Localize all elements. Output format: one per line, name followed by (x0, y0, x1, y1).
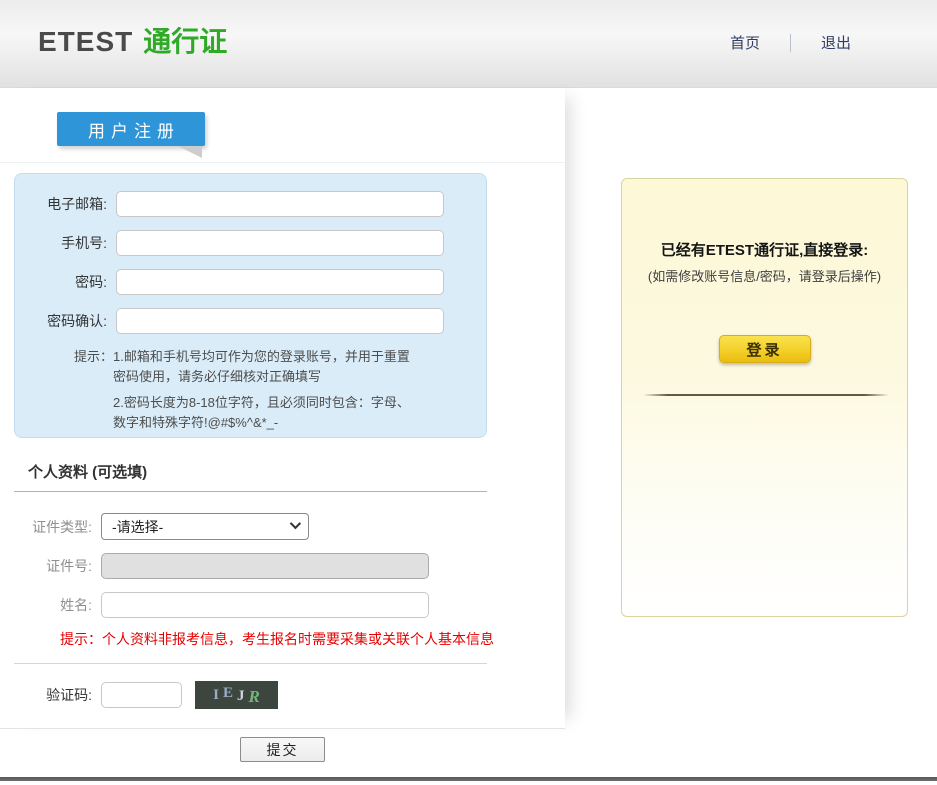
id-number-label: 证件号: (0, 556, 101, 576)
tips-line-1: 1.邮箱和手机号均可作为您的登录账号，并用于重置 (113, 347, 410, 367)
profile-section-underline (14, 491, 487, 492)
etest-registration-page: ETEST 通行证 首页 退出 用户注册 电子邮箱: 手机号: 密码: (0, 0, 937, 785)
mobile-field[interactable] (116, 230, 444, 256)
password-confirm-label: 密码确认: (15, 311, 116, 331)
password-label: 密码: (15, 272, 116, 292)
chevron-down-icon (290, 517, 301, 528)
submit-button[interactable]: 提交 (240, 737, 325, 762)
tips-line-3: 2.密码长度为8-18位字符，且必须同时包含：字母、 (113, 393, 410, 413)
tab-underline (0, 162, 565, 163)
id-number-row: 证件号: (0, 553, 429, 579)
profile-notice: 提示：个人资料非报考信息，考生报名时需要采集或关联个人基本信息 (60, 629, 494, 649)
id-number-field (101, 553, 429, 579)
nav-home-link[interactable]: 首页 (730, 32, 760, 53)
captcha-letter: I (213, 687, 219, 704)
password-confirm-field[interactable] (116, 308, 444, 334)
header-nav: 首页 退出 (730, 32, 851, 53)
brand-logo-etest: ETEST (38, 26, 133, 57)
name-label: 姓名: (0, 595, 101, 615)
captcha-label: 验证码: (0, 685, 101, 705)
tips-lines: 1.邮箱和手机号均可作为您的登录账号，并用于重置 密码使用，请务必仔细核对正确填… (113, 347, 410, 433)
registration-column: 用户注册 电子邮箱: 手机号: 密码: 密码确认: 提示： (0, 88, 565, 729)
tips-line-2: 密码使用，请务必仔细核对正确填写 (113, 367, 410, 387)
id-type-selected-value: -请选择- (112, 517, 163, 537)
page-header: ETEST 通行证 首页 退出 (0, 0, 937, 88)
name-row: 姓名: (0, 592, 429, 618)
tips-line-4: 数字和特殊字符!@#$%^&*_- (113, 413, 410, 433)
email-label: 电子邮箱: (15, 194, 116, 214)
captcha-letter: E (223, 685, 233, 702)
id-type-select[interactable]: -请选择- (101, 513, 309, 540)
login-panel-subtitle: (如需修改账号信息/密码，请登录后操作) (622, 266, 907, 285)
profile-section-title: 个人资料 (可选填) (28, 461, 147, 482)
captcha-input[interactable] (101, 682, 182, 708)
email-row: 电子邮箱: (15, 191, 486, 217)
nav-logout-link[interactable]: 退出 (821, 32, 851, 53)
page-bottom-bar (0, 777, 937, 781)
captcha-divider (14, 663, 487, 664)
password-field[interactable] (116, 269, 444, 295)
account-tips: 提示： 1.邮箱和手机号均可作为您的登录账号，并用于重置 密码使用，请务必仔细核… (74, 347, 486, 433)
login-button[interactable]: 登录 (719, 335, 811, 363)
nav-divider (790, 34, 791, 52)
name-field[interactable] (101, 592, 429, 618)
mobile-row: 手机号: (15, 230, 486, 256)
id-type-label: 证件类型: (0, 517, 101, 537)
login-panel: 已经有ETEST通行证,直接登录: (如需修改账号信息/密码，请登录后操作) 登… (621, 178, 908, 617)
password-row: 密码: (15, 269, 486, 295)
email-field[interactable] (116, 191, 444, 217)
tips-label: 提示： (74, 347, 113, 433)
account-panel: 电子邮箱: 手机号: 密码: 密码确认: 提示： 1.邮箱和手机号均可作为您的登… (14, 173, 487, 438)
brand-logo-pass: 通行证 (143, 26, 227, 57)
tab-user-register[interactable]: 用户注册 (57, 112, 205, 146)
captcha-letter: R (249, 687, 260, 707)
captcha-image[interactable]: I E J R (195, 681, 278, 709)
mobile-label: 手机号: (15, 233, 116, 253)
brand-logo: ETEST 通行证 (38, 26, 227, 58)
id-type-row: 证件类型: -请选择- (0, 513, 309, 540)
captcha-row: 验证码: I E J R (0, 681, 278, 709)
login-panel-title: 已经有ETEST通行证,直接登录: (622, 239, 907, 260)
password-confirm-row: 密码确认: (15, 308, 486, 334)
captcha-letter: J (237, 688, 245, 705)
login-panel-divider (643, 394, 889, 396)
